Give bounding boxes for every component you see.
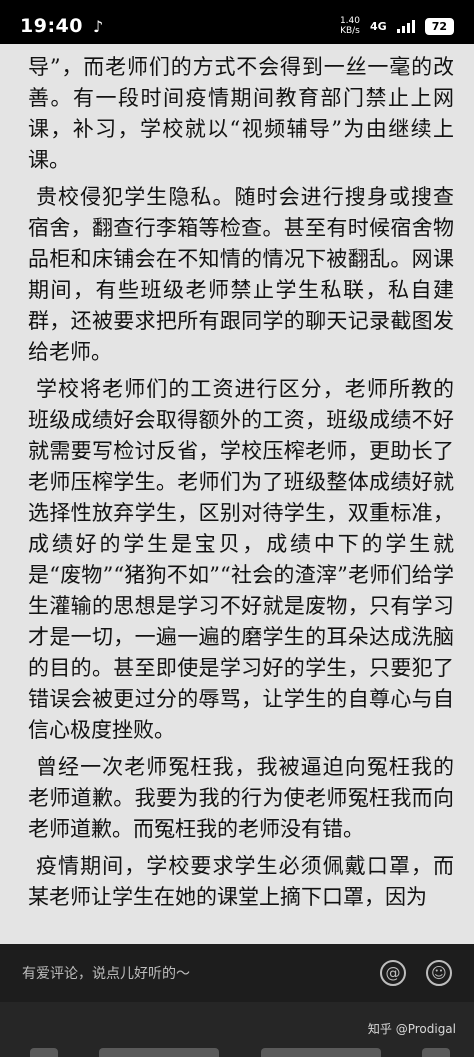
network-speed: 1.40 KB/s (340, 16, 360, 36)
paragraph-5: 疫情期间，学校要求学生必须佩戴口罩，而某老师让学生在她的课堂上摘下口罩，因为 (28, 854, 454, 909)
speed-value: 1.40 (339, 16, 360, 26)
bottom-toolbar (30, 1048, 450, 1057)
paragraph-3: 学校将老师们的工资进行区分，老师所教的班级成绩好会取得额外的工资，班级成绩不好就… (28, 377, 454, 742)
status-right: 1.40 KB/s 4G 72 (340, 16, 454, 36)
paragraph-1: 导”，而老师们的方式不会得到一丝一毫的改善。有一段时间疫情期间教育部门禁止上网课… (28, 55, 454, 172)
battery-icon: 72 (424, 17, 454, 35)
comment-bar: 有爱评论，说点儿好听的～ @ ☺ (0, 944, 474, 1002)
paragraph-4: 曾经一次老师冤枉我，我被逼迫向冤枉我的老师道歉。我要为我的行为使老师冤枉我而向老… (28, 755, 454, 841)
screen: 19:40 ♪ 1.40 KB/s 4G 72 导”，而老师们的方式不会得到一丝… (0, 0, 474, 1057)
article-content[interactable]: 导”，而老师们的方式不会得到一丝一毫的改善。有一段时间疫情期间教育部门禁止上网课… (0, 44, 474, 944)
at-icon[interactable]: @ (380, 960, 406, 986)
status-time: 19:40 (20, 15, 83, 37)
toolbar-button-2[interactable] (99, 1048, 220, 1057)
speed-unit: KB/s (340, 26, 360, 36)
watermark: 知乎 @Prodigal (367, 1022, 456, 1036)
toolbar-button-3[interactable] (260, 1048, 381, 1057)
network-type: 4G (370, 19, 387, 33)
status-bar: 19:40 ♪ 1.40 KB/s 4G 72 (0, 0, 474, 52)
comment-icons: @ ☺ (380, 960, 452, 986)
emoji-icon[interactable]: ☺ (426, 960, 452, 986)
toolbar-button-4[interactable] (421, 1048, 450, 1057)
status-left: 19:40 ♪ (20, 15, 103, 37)
toolbar-button-1[interactable] (30, 1048, 58, 1057)
comment-input[interactable]: 有爱评论，说点儿好听的～ (22, 963, 190, 983)
signal-icon (396, 19, 415, 33)
tiktok-icon: ♪ (92, 16, 104, 36)
paragraph-2: 贵校侵犯学生隐私。随时会进行搜身或搜查宿舍，翻查行李箱等检查。甚至有时候宿舍物品… (28, 185, 454, 364)
